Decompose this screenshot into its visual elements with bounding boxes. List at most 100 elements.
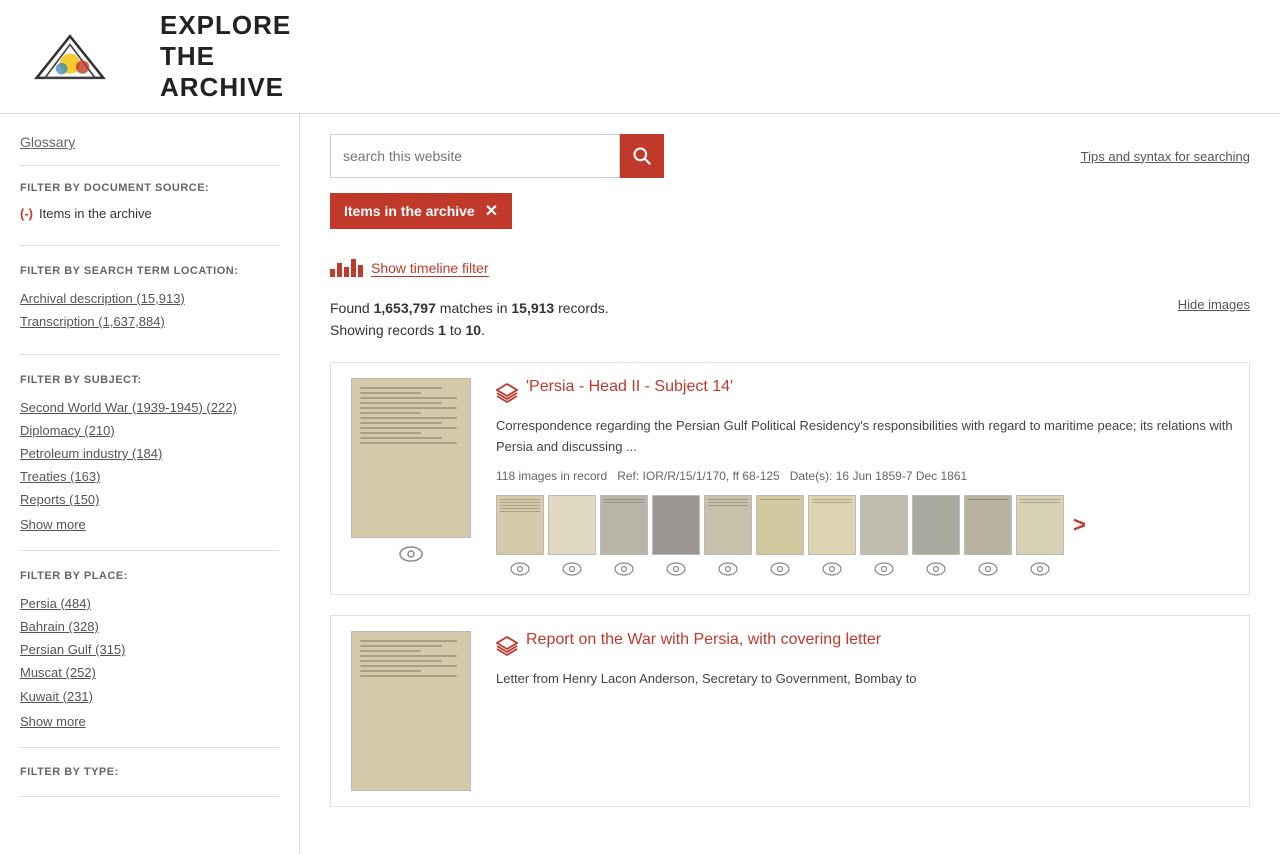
tips-link[interactable]: Tips and syntax for searching — [1081, 149, 1250, 164]
results-records: 15,913 — [511, 300, 554, 316]
results-summary: Found 1,653,797 matches in 15,913 record… — [330, 297, 609, 342]
result-desc-0: Correspondence regarding the Persian Gul… — [496, 416, 1234, 458]
thumb-line — [360, 645, 442, 647]
mini-thumb-0-4 — [652, 495, 700, 555]
thumb-line — [360, 427, 457, 429]
mini-thumb-0-2 — [548, 495, 596, 555]
thumb-line — [360, 422, 442, 424]
thumbnail-image-0 — [351, 378, 471, 538]
filter-place: FILTER BY PLACE: Persia (484) Bahrain (3… — [20, 569, 279, 747]
result-title-1[interactable]: Report on the War with Persia, with cove… — [526, 631, 881, 649]
bar-5 — [358, 265, 363, 277]
filter-place-show-more[interactable]: Show more — [20, 714, 279, 729]
active-filter-label: Items in the archive — [344, 203, 475, 219]
search-icon — [632, 146, 652, 166]
logo-area: EXPLORE THE ARCHIVE — [0, 10, 300, 103]
filter-search-term-item-1[interactable]: Transcription (1,637,884) — [20, 313, 279, 331]
search-button[interactable] — [620, 134, 664, 178]
mini-eye-0-2[interactable] — [548, 559, 596, 579]
mini-thumb-0-10 — [964, 495, 1012, 555]
mini-thumb-0-9 — [912, 495, 960, 555]
mini-eye-0-1[interactable] — [496, 559, 544, 579]
mini-eye-0-5[interactable] — [704, 559, 752, 579]
eye-icon-0 — [399, 546, 423, 562]
filter-place-item-0[interactable]: Persia (484) — [20, 595, 279, 613]
result-content-1: Report on the War with Persia, with cove… — [496, 631, 1234, 791]
filter-type: FILTER BY TYPE: — [20, 766, 279, 797]
thumb-line — [360, 665, 457, 667]
filter-subject-item-1[interactable]: Diplomacy (210) — [20, 422, 279, 440]
remove-filter-button[interactable]: ✕ — [485, 201, 498, 221]
search-input[interactable] — [330, 134, 620, 178]
filter-search-term-title: FILTER BY SEARCH TERM LOCATION: — [20, 264, 279, 279]
thumb-line — [360, 675, 457, 677]
active-filter-area: Items in the archive ✕ — [330, 193, 1250, 244]
meta-date-0: Date(s): 16 Jun 1859-7 Dec 1861 — [790, 469, 967, 483]
filter-subject-title: FILTER BY SUBJECT: — [20, 373, 279, 388]
view-thumbnail-button-0[interactable] — [399, 546, 423, 562]
sidebar-item-glossary[interactable]: Glossary — [20, 134, 279, 166]
timeline-row: Show timeline filter — [330, 259, 1250, 277]
results-suffix: records. — [554, 300, 608, 316]
filter-type-title: FILTER BY TYPE: — [20, 766, 279, 778]
filter-place-item-2[interactable]: Persian Gulf (315) — [20, 641, 279, 659]
filter-doc-source: FILTER BY DOCUMENT SOURCE: (-) Items in … — [20, 181, 279, 246]
filter-place-item-3[interactable]: Muscat (252) — [20, 664, 279, 682]
hide-images-link[interactable]: Hide images — [1178, 297, 1250, 312]
thumb-line — [360, 412, 421, 414]
result-thumb-0 — [346, 378, 476, 580]
filter-subject-show-more[interactable]: Show more — [20, 517, 279, 532]
mini-eye-0-7[interactable] — [808, 559, 856, 579]
filter-subject-item-2[interactable]: Petroleum industry (184) — [20, 445, 279, 463]
thumbnails-next-button[interactable]: > — [1068, 512, 1091, 538]
results-showing: Showing records 1 to 10. — [330, 322, 485, 338]
mini-eye-0-6[interactable] — [756, 559, 804, 579]
thumb-line — [360, 407, 457, 409]
result-thumb-1 — [346, 631, 476, 791]
mini-thumb-0-3 — [600, 495, 648, 555]
filter-doc-source-title: FILTER BY DOCUMENT SOURCE: — [20, 181, 279, 196]
bar-chart-icon — [330, 259, 363, 277]
filter-doc-source-active[interactable]: (-) Items in the archive — [20, 206, 279, 221]
bar-4 — [351, 259, 356, 277]
mini-eye-0-9[interactable] — [912, 559, 960, 579]
filter-place-item-1[interactable]: Bahrain (328) — [20, 618, 279, 636]
result-item-1: Report on the War with Persia, with cove… — [330, 615, 1250, 807]
mini-eye-0-4[interactable] — [652, 559, 700, 579]
show-timeline-filter[interactable]: Show timeline filter — [371, 260, 489, 277]
mini-eye-0-11[interactable] — [1016, 559, 1064, 579]
filter-subject-item-0[interactable]: Second World War (1939-1945) (222) — [20, 399, 279, 417]
result-title-0[interactable]: 'Persia - Head II - Subject 14' — [526, 378, 733, 396]
thumb-line — [360, 392, 421, 394]
search-box — [330, 134, 664, 178]
sidebar: Glossary FILTER BY DOCUMENT SOURCE: (-) … — [0, 114, 300, 854]
filter-subject-item-3[interactable]: Treaties (163) — [20, 468, 279, 486]
filter-place-item-4[interactable]: Kuwait (231) — [20, 688, 279, 706]
results-mid: matches in — [436, 300, 511, 316]
result-item-0: 'Persia - Head II - Subject 14' Correspo… — [330, 362, 1250, 596]
thumb-line — [360, 402, 442, 404]
mini-eye-0-10[interactable] — [964, 559, 1012, 579]
main-layout: Glossary FILTER BY DOCUMENT SOURCE: (-) … — [0, 114, 1280, 854]
result-desc-1: Letter from Henry Lacon Anderson, Secret… — [496, 669, 1234, 690]
filter-subject-item-4[interactable]: Reports (150) — [20, 491, 279, 509]
filter-search-term-item-0[interactable]: Archival description (15,913) — [20, 290, 279, 308]
mini-eye-0-3[interactable] — [600, 559, 648, 579]
minus-icon: (-) — [20, 206, 33, 221]
result-meta-0: 118 images in record Ref: IOR/R/15/1/170… — [496, 469, 1234, 483]
search-row: Tips and syntax for searching — [330, 134, 1250, 178]
bar-1 — [330, 269, 335, 277]
thumb-lines-1 — [352, 632, 470, 790]
layers-icon-1 — [496, 635, 518, 657]
result-content-0: 'Persia - Head II - Subject 14' Correspo… — [496, 378, 1234, 580]
header: EXPLORE THE ARCHIVE — [0, 0, 1280, 114]
filter-place-title: FILTER BY PLACE: — [20, 569, 279, 584]
thumb-line — [360, 417, 457, 419]
filter-search-term: FILTER BY SEARCH TERM LOCATION: Archival… — [20, 264, 279, 355]
thumb-lines-0 — [352, 379, 470, 537]
thumb-line — [360, 655, 457, 657]
thumbnails-row-0: > — [496, 495, 1234, 555]
meta-images-0: 118 images in record — [496, 469, 607, 483]
mini-eye-0-8[interactable] — [860, 559, 908, 579]
mini-thumb-0-6 — [756, 495, 804, 555]
